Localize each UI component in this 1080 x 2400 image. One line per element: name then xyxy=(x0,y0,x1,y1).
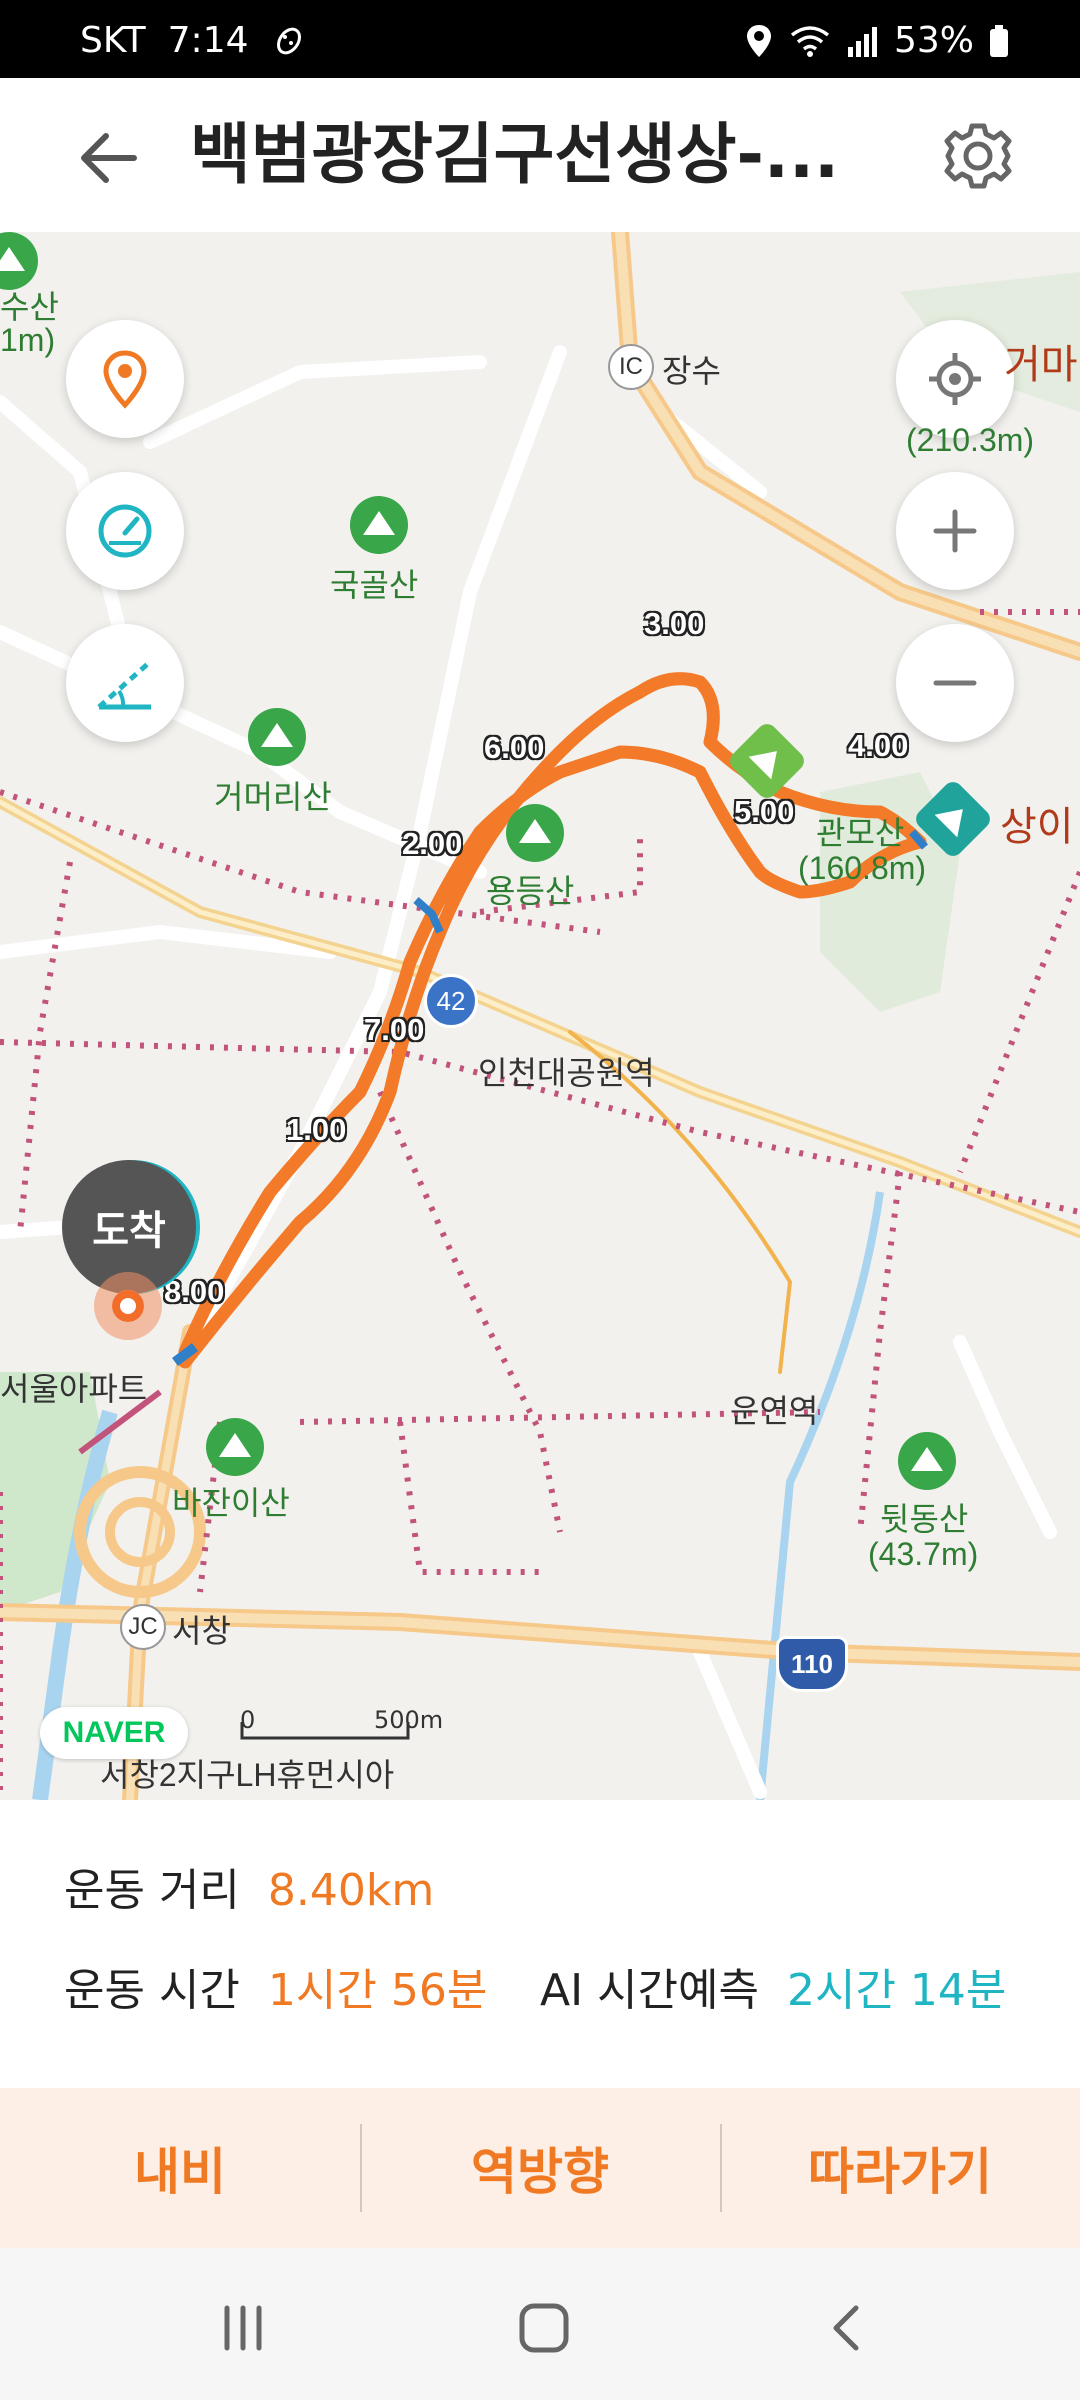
map-label-gwanmo-elev: (160.8m) xyxy=(798,850,927,886)
status-bar: SKT 7:14 53% xyxy=(0,0,1080,78)
app-header: 백범광장김구선생상-... xyxy=(0,78,1080,232)
peak-icon xyxy=(506,804,564,862)
peak-icon xyxy=(248,708,306,766)
minus-icon xyxy=(933,680,977,686)
route-42-badge: 42 xyxy=(424,974,478,1028)
peak-icon xyxy=(898,1432,956,1490)
pin-button[interactable] xyxy=(66,320,184,438)
home-icon xyxy=(519,2303,569,2353)
back-nav-button[interactable] xyxy=(808,2288,888,2368)
follow-button[interactable]: 따라가기 xyxy=(720,2088,1080,2248)
back-arrow-icon xyxy=(81,133,137,183)
recent-apps-button[interactable] xyxy=(203,2288,283,2368)
peak-icon xyxy=(350,496,408,554)
carrier-label: SKT xyxy=(80,20,146,61)
map-label-geoma: 거마 xyxy=(1004,343,1078,387)
speedometer-button[interactable] xyxy=(66,472,184,590)
crosshair-icon xyxy=(929,353,981,405)
ai-prediction-row: AI 시간예측 2시간 14분 xyxy=(540,1954,1006,2018)
battery-percent: 53% xyxy=(893,20,974,61)
map-label-gwanmo: 관모산 xyxy=(816,815,905,851)
km-marker-8: 8.00 xyxy=(164,1274,225,1309)
time-label: 운동 시간 xyxy=(64,1965,240,2016)
my-location-button[interactable] xyxy=(896,320,1014,438)
map-view[interactable]: 수산 1m) IC 장수 거마 (210.3m) 국골산 거머리산 용등산 관모… xyxy=(0,232,1080,1800)
current-location-marker xyxy=(94,1272,162,1340)
km-marker-4: 4.00 xyxy=(848,728,909,763)
scale-line xyxy=(240,1722,410,1740)
home-button[interactable] xyxy=(504,2288,584,2368)
map-label-jangsu: 장수 xyxy=(662,353,721,389)
distance-row: 운동 거리 8.40km xyxy=(64,1854,434,1918)
slope-icon xyxy=(97,659,153,710)
system-nav-bar xyxy=(0,2248,1080,2400)
map-label-sangi: 상이 xyxy=(1000,805,1074,849)
map-label-apartment: 서울아파트 xyxy=(0,1371,148,1407)
clock: 7:14 xyxy=(167,20,249,61)
zoom-in-button[interactable] xyxy=(896,472,1014,590)
map-scale: 0 500m xyxy=(240,1706,443,1742)
action-bar: 내비 역방향 따라가기 xyxy=(0,2088,1080,2248)
navi-button[interactable]: 내비 xyxy=(0,2088,360,2248)
km-marker-5: 5.00 xyxy=(734,794,795,829)
zoom-out-button[interactable] xyxy=(896,624,1014,742)
signal-icon xyxy=(847,26,877,57)
location-icon xyxy=(746,24,771,57)
activity-icon xyxy=(276,27,301,54)
time-row: 운동 시간 1시간 56분 xyxy=(64,1954,487,2018)
gear-icon xyxy=(944,123,1012,189)
km-marker-6: 6.00 xyxy=(484,730,545,765)
map-label-incheon-park-station: 인천대공원역 xyxy=(478,1055,655,1091)
distance-label: 운동 거리 xyxy=(64,1865,240,1916)
ai-prediction-value: 2시간 14분 xyxy=(786,1965,1007,2016)
map-pin-icon xyxy=(103,350,147,409)
recent-apps-icon xyxy=(224,2305,262,2351)
battery-icon xyxy=(990,24,1008,57)
km-marker-2: 2.00 xyxy=(402,826,463,861)
naver-logo: NAVER xyxy=(40,1707,188,1759)
wifi-icon xyxy=(790,25,830,57)
highway-110-badge: 110 xyxy=(776,1636,848,1692)
map-label-yongdeungsan: 용등산 xyxy=(486,873,575,909)
map-label-dwitdongsan: 뒷동산 xyxy=(880,1501,969,1537)
map-label-seochang: 서창 xyxy=(172,1613,231,1649)
reverse-button[interactable]: 역방향 xyxy=(360,2088,720,2248)
settings-button[interactable] xyxy=(936,114,1020,198)
time-value: 1시간 56분 xyxy=(267,1965,488,2016)
map-label-dwitdongsan-elev: (43.7m) xyxy=(868,1536,979,1572)
map-label-gukgolsan: 국골산 xyxy=(330,567,419,603)
km-marker-3: 3.00 xyxy=(644,606,705,641)
jc-badge: JC xyxy=(120,1604,166,1650)
distance-value: 8.40km xyxy=(267,1865,435,1916)
map-label-elev: 1m) xyxy=(0,322,56,358)
map-label-geoma-elev: (210.3m) xyxy=(906,422,1035,458)
km-marker-7: 7.00 xyxy=(364,1012,425,1047)
chevron-left-icon xyxy=(833,2305,859,2351)
map-label-unyeon-station: 운연역 xyxy=(730,1393,819,1429)
page-title: 백범광장김구선생상-... xyxy=(190,116,840,193)
peak-icon xyxy=(206,1418,264,1476)
stats-panel: 운동 거리 8.40km 운동 시간 1시간 56분 AI 시간예측 2시간 1… xyxy=(0,1800,1080,2088)
km-marker-1: 1.00 xyxy=(286,1112,347,1147)
elevation-button[interactable] xyxy=(66,624,184,742)
plus-icon xyxy=(933,509,977,553)
map-label-geomeorisan: 거머리산 xyxy=(214,779,332,815)
back-button[interactable] xyxy=(70,118,150,198)
map-label-bajanisan: 바잔이산 xyxy=(172,1485,290,1521)
ic-badge: IC xyxy=(608,344,654,390)
speedometer-icon xyxy=(98,504,152,558)
ai-prediction-label: AI 시간예측 xyxy=(540,1965,759,2016)
